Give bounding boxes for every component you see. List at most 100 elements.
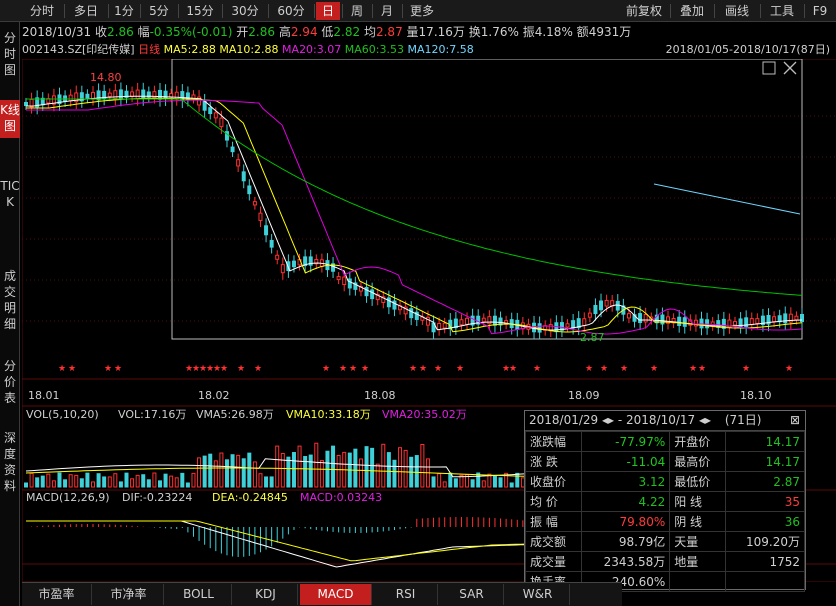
candle	[370, 289, 375, 300]
candle	[643, 314, 648, 323]
period-button-week[interactable]: 周	[344, 2, 370, 20]
candle	[487, 316, 492, 325]
amount-value: 4931万	[588, 25, 632, 39]
period-button-duori[interactable]: 多日	[66, 2, 106, 20]
period-button-fenshi[interactable]: 分时	[22, 2, 62, 20]
volume-bar	[319, 460, 324, 488]
volume-bar	[51, 480, 56, 488]
popup-days: (71日)	[724, 413, 762, 427]
close-icon[interactable]	[783, 61, 797, 75]
tools-button[interactable]: 工具	[762, 2, 802, 20]
candle	[347, 278, 352, 289]
stats-label: 振 幅	[524, 511, 583, 532]
tab-pe[interactable]: 市盈率	[22, 584, 92, 605]
volume-bar	[102, 476, 107, 488]
star-marker: ★	[419, 364, 427, 374]
vol-indicator-label: VOL(5,10,20)	[26, 408, 99, 421]
adjust-button[interactable]: 前复权	[620, 2, 668, 20]
volume-bar	[375, 463, 380, 488]
maximize-icon[interactable]	[762, 61, 776, 75]
tab-fenshitu[interactable]: 分时图	[0, 30, 20, 78]
period-button-1min[interactable]: 1分	[110, 2, 138, 20]
tab-tick[interactable]: TICK	[0, 178, 20, 210]
volume-bar	[241, 458, 246, 488]
star-marker: ★	[533, 364, 541, 374]
volume-bar	[118, 481, 123, 488]
selection-rect[interactable]	[171, 59, 803, 340]
ma20-value: MA20:3.07	[282, 43, 342, 56]
f9-button[interactable]: F9	[806, 2, 834, 20]
overlay-button[interactable]: 叠加	[672, 2, 712, 20]
stats-value: 14.17	[725, 431, 805, 452]
draw-button[interactable]: 画线	[716, 2, 758, 20]
tab-pb[interactable]: 市净率	[94, 584, 164, 605]
stats-label: 收盘价	[524, 471, 583, 492]
tab-rsi[interactable]: RSI	[374, 584, 438, 605]
popup-range[interactable]: 2018/01/29 ◂▸ - 2018/10/17 ◂▸	[529, 413, 711, 427]
period-button-more[interactable]: 更多	[404, 2, 440, 20]
volume-bar	[358, 458, 363, 488]
star-marker: ★	[220, 364, 228, 374]
candle	[638, 313, 643, 324]
volume-bar	[492, 475, 497, 488]
avg-value: 2.87	[375, 25, 403, 39]
tab-kxiantu[interactable]: K线图	[0, 100, 20, 138]
period-button-day[interactable]: 日	[316, 2, 340, 20]
volume-bar	[336, 454, 341, 488]
amp-label: 振	[522, 25, 535, 39]
volume-bar	[398, 447, 403, 488]
stats-row: 涨 跌 -11.04 最高价 14.17	[524, 451, 805, 472]
volume-bar	[314, 442, 319, 488]
indicator-tabs: 市盈率 市净率 BOLL KDJ MACD RSI SAR W&R	[22, 582, 622, 606]
star-marker: ★	[322, 364, 330, 374]
candle	[492, 315, 497, 326]
volume-bar	[414, 455, 419, 488]
period-button-60min[interactable]: 60分	[270, 2, 312, 20]
stats-label: 涨 跌	[524, 451, 583, 472]
stock-code: 002143.SZ	[22, 43, 83, 56]
popup-close-icon[interactable]: ⊠	[790, 411, 800, 430]
macd-dea: DEA:-0.24845	[212, 491, 288, 504]
candle	[437, 322, 442, 331]
period-button-5min[interactable]: 5分	[142, 2, 176, 20]
volume-bar	[453, 478, 458, 488]
volume-bar	[130, 478, 135, 488]
stats-value: 14.17	[725, 451, 805, 472]
high-annotation: 14.80	[90, 71, 122, 84]
period-button-30min[interactable]: 30分	[224, 2, 266, 20]
tab-depth-info[interactable]: 深度资料	[0, 430, 20, 494]
high-label: 高	[278, 25, 291, 39]
quote-date: 2018/10/31	[22, 25, 92, 39]
volume-bar	[470, 479, 475, 488]
tab-price-table[interactable]: 分价表	[0, 358, 20, 406]
candle	[772, 316, 777, 323]
candle	[755, 318, 760, 324]
volume-bar	[392, 459, 397, 488]
volume-bar	[331, 445, 336, 488]
quote-stats: 2018/10/31 收2.86 幅-0.35%(-0.01) 开2.86 高2…	[22, 23, 836, 41]
period-button-15min[interactable]: 15分	[180, 2, 220, 20]
ma120-value: MA120:7.58	[407, 43, 474, 56]
ma20-line	[26, 99, 803, 335]
tab-macd[interactable]: MACD	[300, 584, 372, 605]
tab-sar[interactable]: SAR	[440, 584, 504, 605]
vma20-value: VMA20:35.02万	[382, 408, 467, 421]
tab-boll[interactable]: BOLL	[166, 584, 232, 605]
star-marker: ★	[785, 364, 793, 374]
volume-bar	[308, 454, 313, 488]
volume-bar	[370, 447, 375, 488]
volume-bar	[113, 473, 118, 488]
tab-wr[interactable]: W&R	[506, 584, 570, 605]
candle	[258, 212, 263, 221]
volume-bar	[141, 474, 146, 488]
candle	[749, 318, 754, 326]
change-value: -0.35%(-0.01)	[149, 25, 233, 39]
open-value: 2.86	[248, 25, 276, 39]
tab-trade-detail[interactable]: 成交明细	[0, 268, 20, 332]
tab-kdj[interactable]: KDJ	[234, 584, 298, 605]
volume-bar	[124, 472, 129, 488]
star-marker: ★	[254, 364, 262, 374]
stats-label: 涨跌幅	[524, 431, 583, 452]
volume-bar	[364, 446, 369, 488]
period-button-month[interactable]: 月	[374, 2, 400, 20]
